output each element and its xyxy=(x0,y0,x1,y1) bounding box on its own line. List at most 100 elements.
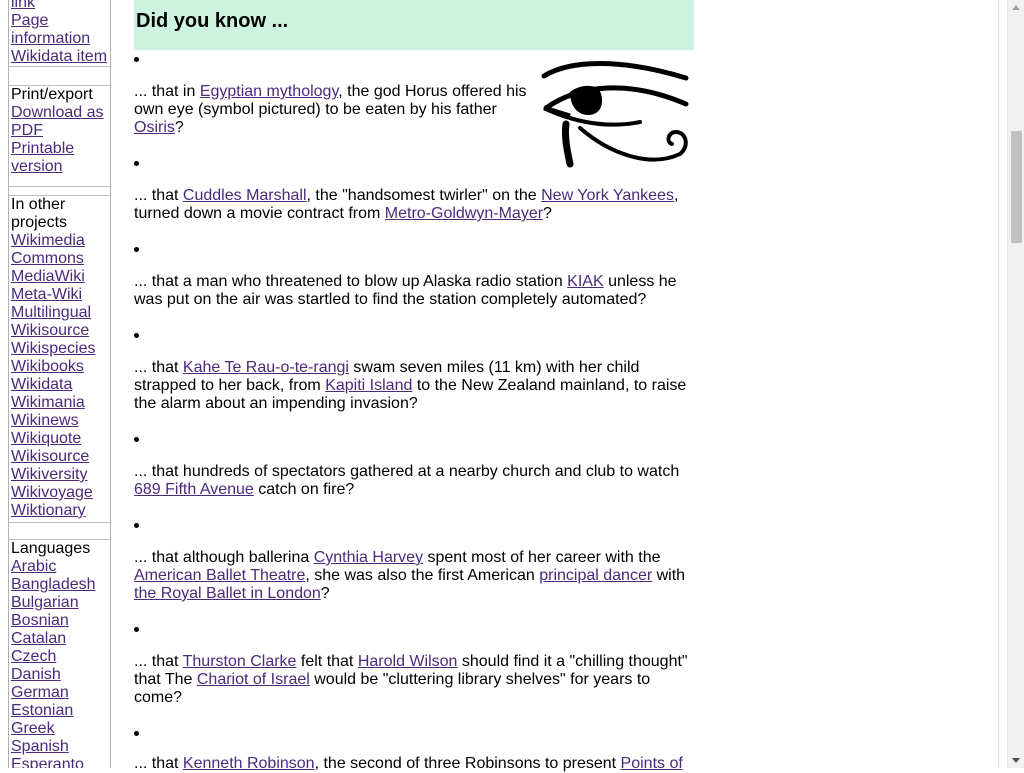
link-american-ballet-theatre[interactable]: American Ballet Theatre xyxy=(134,567,305,584)
dyk-text: ... that although ballerina xyxy=(134,549,314,566)
dyk-item-kiak: ... that a man who threatened to blow up… xyxy=(134,273,694,309)
sidebar-project-wikimania[interactable]: Wikimania xyxy=(11,394,110,412)
did-you-know-header: Did you know ... xyxy=(134,0,694,50)
sidebar-lang-german[interactable]: German xyxy=(11,684,110,702)
dyk-item-cuddles-marshall: ... that Cuddles Marshall, the "handsome… xyxy=(134,187,694,223)
sidebar-project-wikinews[interactable]: Wikinews xyxy=(11,412,110,430)
link-cynthia-harvey[interactable]: Cynthia Harvey xyxy=(314,549,423,566)
did-you-know-heading: Did you know ... xyxy=(136,10,289,32)
link-kahe-te-rau-o-te-rangi[interactable]: Kahe Te Rau-o-te-rangi xyxy=(183,359,349,376)
list-bullet xyxy=(134,247,139,252)
list-bullet xyxy=(134,627,139,632)
sidebar-link-wikidata-item[interactable]: Wikidata item xyxy=(11,48,110,66)
dyk-item-horus: ... that in Egyptian mythology, the god … xyxy=(134,83,529,137)
sidebar-link-page-information[interactable]: Page information xyxy=(11,12,110,48)
sidebar-lang-bulgarian[interactable]: Bulgarian xyxy=(11,594,110,612)
dyk-text: spent most of her career with the xyxy=(423,549,661,566)
sidebar-languages-heading: Languages xyxy=(11,540,91,557)
sidebar-lang-czech[interactable]: Czech xyxy=(11,648,110,666)
dyk-text: ... that a man who threatened to blow up… xyxy=(134,273,568,290)
sidebar-print-export-heading: Print/export xyxy=(11,86,93,103)
sidebar-project-meta-wiki[interactable]: Meta-Wiki xyxy=(11,286,110,304)
scrollbar-thumb[interactable] xyxy=(1011,131,1022,243)
dyk-text: felt that xyxy=(296,653,358,670)
link-kapiti-island[interactable]: Kapiti Island xyxy=(325,377,412,394)
sidebar-link-link[interactable]: link xyxy=(11,0,110,12)
dyk-text: ... that xyxy=(134,755,183,772)
sidebar-link-printable-version[interactable]: Printable version xyxy=(11,140,110,176)
dyk-item-689-fifth-avenue: ... that hundreds of spectators gathered… xyxy=(134,463,694,499)
link-kenneth-robinson[interactable]: Kenneth Robinson xyxy=(183,755,315,772)
sidebar-project-wikivoyage[interactable]: Wikivoyage xyxy=(11,484,110,502)
dyk-text: ? xyxy=(320,585,330,602)
sidebar-other-projects-section: In other projects Wikimedia Commons Medi… xyxy=(9,195,110,523)
sidebar-lang-danish[interactable]: Danish xyxy=(11,666,110,684)
scroll-up-icon[interactable] xyxy=(1012,5,1020,10)
sidebar-lang-greek[interactable]: Greek xyxy=(11,720,110,738)
link-kiak[interactable]: KIAK xyxy=(567,273,603,290)
sidebar-lang-bosnian[interactable]: Bosnian xyxy=(11,612,110,630)
link-new-york-yankees[interactable]: New York Yankees xyxy=(541,187,674,204)
sidebar-project-wikisource[interactable]: Wikisource xyxy=(11,448,110,466)
link-harold-wilson[interactable]: Harold Wilson xyxy=(358,653,458,670)
sidebar-tools-section: link Page information Wikidata item xyxy=(9,0,110,67)
sidebar-project-multilingual-wikisource[interactable]: Multilingual Wikisource xyxy=(11,304,110,340)
link-chariot-of-israel[interactable]: Chariot of Israel xyxy=(197,671,310,688)
eye-of-horus-icon[interactable] xyxy=(540,58,690,168)
link-689-fifth-avenue[interactable]: 689 Fifth Avenue xyxy=(134,481,254,498)
sidebar-lang-catalan[interactable]: Catalan xyxy=(11,630,110,648)
dyk-text: , the second of three Robinsons to prese… xyxy=(314,755,621,772)
dyk-item-kenneth-robinson: ... that Kenneth Robinson, the second of… xyxy=(134,755,694,773)
link-principal-dancer[interactable]: principal dancer xyxy=(539,567,652,584)
link-metro-goldwyn-mayer[interactable]: Metro-Goldwyn-Mayer xyxy=(385,205,543,222)
dyk-text: ? xyxy=(174,119,184,136)
link-points-of[interactable]: Points of xyxy=(621,755,683,772)
dyk-text: , the "handsomest twirler" on the xyxy=(306,187,542,204)
link-cuddles-marshall[interactable]: Cuddles Marshall xyxy=(183,187,307,204)
link-osiris[interactable]: Osiris xyxy=(134,119,175,136)
dyk-item-cynthia-harvey: ... that although ballerina Cynthia Harv… xyxy=(134,549,694,603)
list-bullet xyxy=(134,523,139,528)
dyk-text: ? xyxy=(543,205,552,222)
link-egyptian-mythology[interactable]: Egyptian mythology xyxy=(200,83,338,100)
sidebar-project-wikispecies[interactable]: Wikispecies xyxy=(11,340,110,358)
dyk-text: ... that xyxy=(134,187,183,204)
sidebar-print-export-section: Print/export Download as PDF Printable v… xyxy=(9,85,110,187)
sidebar-lang-arabic[interactable]: Arabic xyxy=(11,558,110,576)
dyk-text: ... that hundreds of spectators gathered… xyxy=(134,463,680,480)
sidebar-lang-esperanto[interactable]: Esperanto xyxy=(11,756,110,768)
dyk-text: catch on fire? xyxy=(253,481,355,498)
dyk-text: ... that xyxy=(134,359,183,376)
link-royal-ballet-london[interactable]: the Royal Ballet in London xyxy=(134,585,321,602)
sidebar-lang-bangladesh[interactable]: Bangladesh xyxy=(11,576,110,594)
sidebar-project-commons[interactable]: Wikimedia Commons xyxy=(11,232,110,268)
dyk-text: with xyxy=(652,567,686,584)
main-content: Did you know ... ... that in Egyptian my… xyxy=(134,0,694,772)
list-bullet xyxy=(134,333,139,338)
sidebar-link-download-pdf[interactable]: Download as PDF xyxy=(11,104,110,140)
dyk-item-kahe-te-rau: ... that Kahe Te Rau-o-te-rangi swam sev… xyxy=(134,359,694,413)
scroll-down-icon[interactable] xyxy=(1012,758,1020,763)
link-thurston-clarke[interactable]: Thurston Clarke xyxy=(183,653,297,670)
list-bullet xyxy=(134,161,139,166)
list-bullet xyxy=(134,437,139,442)
vertical-scrollbar[interactable] xyxy=(1007,0,1024,768)
sidebar-languages-section: Languages Arabic Bangladesh Bulgarian Bo… xyxy=(9,539,110,768)
list-bullet xyxy=(134,731,139,736)
sidebar: link Page information Wikidata item Prin… xyxy=(8,0,111,768)
list-bullet xyxy=(134,57,139,62)
sidebar-lang-estonian[interactable]: Estonian xyxy=(11,702,110,720)
dyk-item-thurston-clarke: ... that Thurston Clarke felt that Harol… xyxy=(134,653,694,707)
sidebar-project-wikidata[interactable]: Wikidata xyxy=(11,376,110,394)
content-right-border xyxy=(998,0,999,768)
dyk-text: ... that xyxy=(134,653,183,670)
sidebar-project-wikiquote[interactable]: Wikiquote xyxy=(11,430,110,448)
sidebar-project-mediawiki[interactable]: MediaWiki xyxy=(11,268,110,286)
sidebar-project-wiktionary[interactable]: Wiktionary xyxy=(11,502,110,520)
sidebar-lang-spanish[interactable]: Spanish xyxy=(11,738,110,756)
dyk-text: ... that in xyxy=(134,83,200,100)
sidebar-other-projects-heading: In other projects xyxy=(11,196,68,231)
dyk-text: , she was also the first American xyxy=(305,567,540,584)
sidebar-project-wikiversity[interactable]: Wikiversity xyxy=(11,466,110,484)
sidebar-project-wikibooks[interactable]: Wikibooks xyxy=(11,358,110,376)
